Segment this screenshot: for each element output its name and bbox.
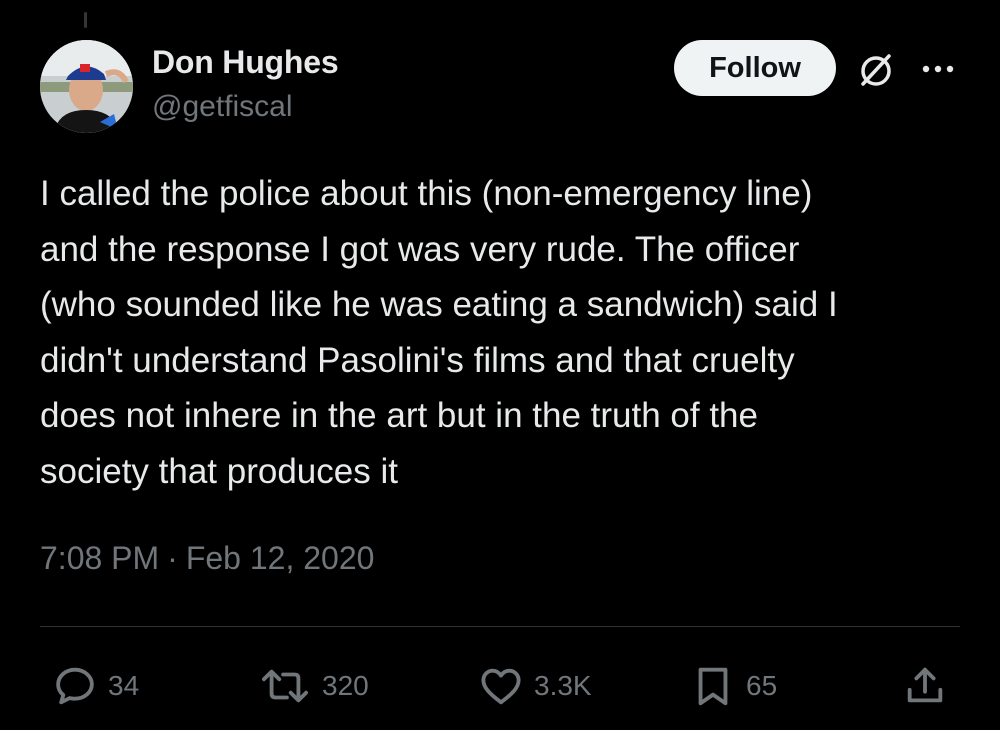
- bookmark-button[interactable]: 65: [690, 660, 777, 712]
- grok-icon[interactable]: [856, 50, 896, 90]
- reply-button[interactable]: 34: [52, 660, 139, 712]
- like-count: 3.3K: [534, 670, 592, 701]
- tweet-time[interactable]: 7:08 PM: [40, 540, 159, 576]
- tweet-timestamp[interactable]: 7:08 PM · Feb 12, 2020: [40, 540, 374, 577]
- author-handle[interactable]: @getfiscal: [152, 90, 293, 124]
- repost-count: 320: [322, 670, 369, 701]
- divider: [40, 626, 960, 627]
- repost-button[interactable]: 320: [258, 660, 369, 712]
- timestamp-separator: ·: [167, 540, 178, 576]
- follow-button[interactable]: Follow: [674, 40, 836, 96]
- like-button[interactable]: 3.3K: [478, 660, 592, 712]
- profile-photo-icon: [40, 40, 133, 133]
- thread-connector-line: [84, 12, 87, 28]
- repost-icon: [262, 669, 309, 703]
- bookmark-count: 65: [746, 670, 778, 701]
- share-button[interactable]: [902, 660, 948, 712]
- tweet-text: I called the police about this (non-emer…: [40, 174, 838, 491]
- more-horizontal-icon[interactable]: [918, 58, 958, 80]
- share-icon: [907, 667, 943, 703]
- avatar[interactable]: [40, 40, 133, 133]
- reply-count: 34: [108, 670, 140, 701]
- tweet-date[interactable]: Feb 12, 2020: [186, 540, 375, 576]
- bookmark-icon: [698, 667, 728, 706]
- heart-icon: [481, 668, 521, 705]
- author-display-name[interactable]: Don Hughes: [152, 44, 339, 81]
- reply-icon: [56, 667, 94, 705]
